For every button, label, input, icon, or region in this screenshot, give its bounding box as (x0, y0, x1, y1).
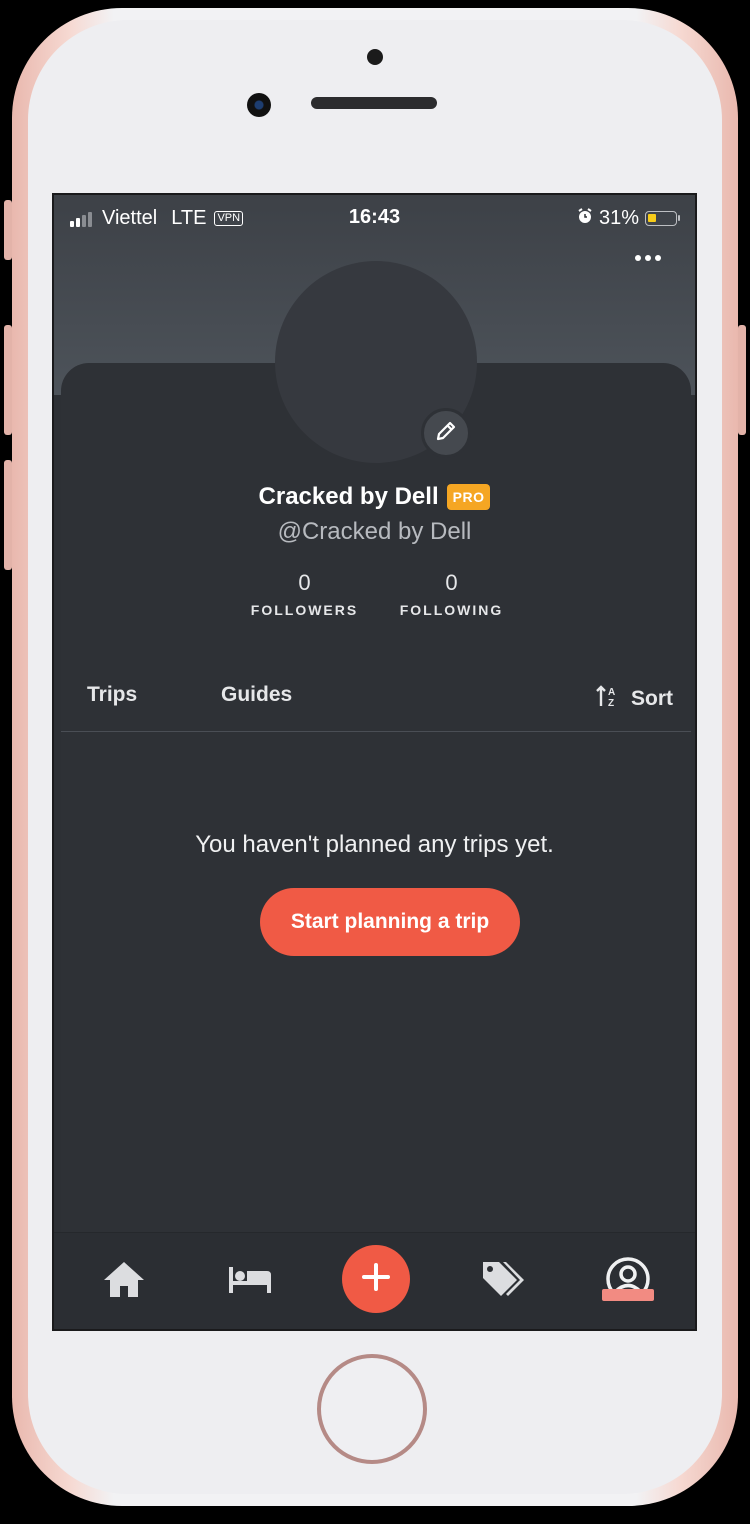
active-tab-indicator (602, 1289, 654, 1301)
profile-name-row: Cracked by Dell PRO (54, 483, 695, 511)
home-icon (101, 1259, 147, 1304)
nav-hotels[interactable] (220, 1253, 280, 1309)
followers-count: 0 (298, 570, 311, 595)
sort-label: Sort (631, 687, 673, 710)
following-label: FOLLOWING (399, 602, 504, 618)
alarm-icon (577, 207, 593, 230)
following-stat[interactable]: 0 FOLLOWING (389, 570, 514, 618)
proximity-sensor (367, 49, 383, 65)
edit-avatar-button[interactable] (421, 408, 471, 458)
svg-text:Z: Z (608, 698, 614, 708)
tab-trips[interactable]: Trips (87, 683, 137, 707)
nav-deals[interactable] (472, 1253, 532, 1309)
svg-text:A: A (608, 687, 615, 698)
following-count: 0 (445, 570, 458, 595)
profile-name: Cracked by Dell (258, 483, 439, 510)
battery-icon (645, 211, 680, 226)
volume-down-button (4, 460, 12, 570)
app-screen: Viettel LTE VPN 16:43 31% Cracked by Del… (52, 193, 697, 1331)
more-options-icon[interactable] (635, 255, 661, 261)
pencil-icon (434, 419, 458, 448)
sort-button[interactable]: AZ Sort (595, 684, 673, 714)
pro-badge: PRO (446, 484, 491, 510)
bed-icon (227, 1263, 273, 1300)
start-planning-button[interactable]: Start planning a trip (260, 888, 520, 956)
profile-handle: @Cracked by Dell (277, 518, 472, 545)
followers-label: FOLLOWERS (250, 602, 359, 618)
power-button (738, 325, 746, 435)
sort-icon: AZ (595, 684, 621, 714)
bottom-nav (54, 1232, 695, 1329)
empty-state-message: You haven't planned any trips yet. (195, 831, 554, 858)
volume-up-button (4, 325, 12, 435)
tags-icon (479, 1258, 525, 1305)
front-camera (247, 93, 271, 117)
silent-switch (4, 200, 12, 260)
nav-home[interactable] (94, 1253, 154, 1309)
status-bar: Viettel LTE VPN 16:43 31% (54, 195, 695, 243)
earpiece-speaker (311, 97, 437, 109)
tab-guides[interactable]: Guides (221, 683, 292, 707)
followers-stat[interactable]: 0 FOLLOWERS (242, 570, 367, 618)
content-tabs: Trips Guides AZ Sort (61, 665, 691, 732)
home-button[interactable] (317, 1354, 427, 1464)
battery-percent: 31% (598, 207, 639, 229)
status-right: 31% (577, 207, 680, 230)
nav-add-button[interactable] (342, 1245, 410, 1313)
plus-icon (360, 1261, 392, 1298)
